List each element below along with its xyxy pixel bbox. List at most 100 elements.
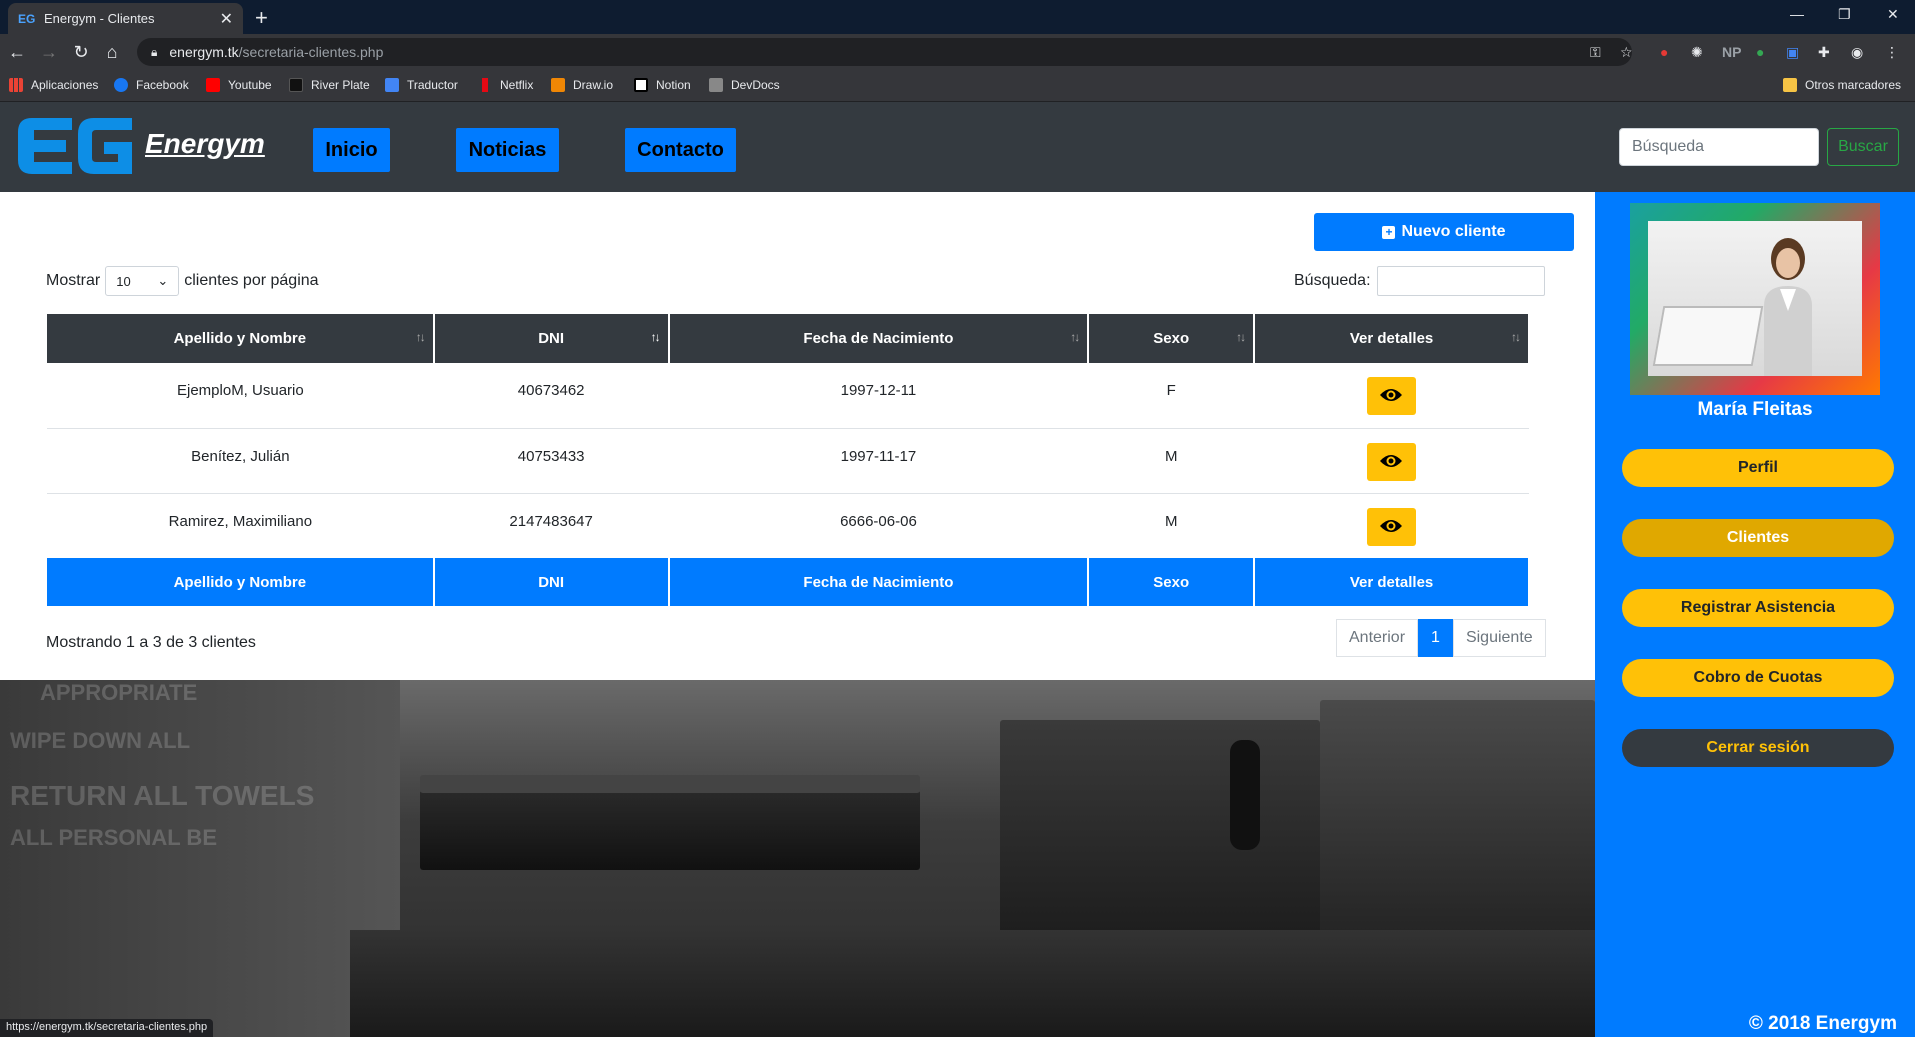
header-search-button[interactable]: Buscar bbox=[1827, 128, 1899, 166]
table-footer-row: Apellido y Nombre DNI Fecha de Nacimient… bbox=[47, 558, 1530, 606]
table-filter: Búsqueda: bbox=[1294, 266, 1545, 296]
nav-noticias[interactable]: Noticias bbox=[456, 128, 559, 172]
bookmark-drawio[interactable]: Draw.io bbox=[551, 78, 613, 92]
view-details-button[interactable] bbox=[1367, 377, 1417, 415]
devdocs-icon bbox=[709, 78, 723, 92]
cell-birth: 1997-12-11 bbox=[668, 363, 1089, 429]
browser-tab[interactable]: EG Energym - Clientes ✕ bbox=[8, 3, 243, 34]
pagination-next[interactable]: Siguiente bbox=[1452, 619, 1546, 657]
view-details-button[interactable] bbox=[1367, 507, 1417, 546]
pagination-prev[interactable]: Anterior bbox=[1336, 619, 1419, 657]
apps-grid-icon bbox=[9, 78, 23, 92]
bookmark-other[interactable]: Otros marcadores bbox=[1783, 78, 1901, 92]
copyright: © 2018 Energym bbox=[1748, 1013, 1897, 1034]
page-length-select[interactable]: 10 ⌄ bbox=[105, 266, 180, 296]
sort-icon: ↑↓ bbox=[1236, 330, 1246, 344]
status-url: https://energym.tk/secretaria-clientes.p… bbox=[0, 1019, 214, 1037]
extension-green-icon[interactable]: ● bbox=[1756, 44, 1764, 60]
bookmark-youtube[interactable]: Youtube bbox=[206, 78, 272, 92]
extension-t-icon[interactable]: ▣ bbox=[1786, 44, 1799, 61]
profile-button[interactable]: Perfil bbox=[1622, 449, 1894, 487]
profile-avatar-icon[interactable]: ◉ bbox=[1851, 44, 1863, 61]
nav-contacto[interactable]: Contacto bbox=[625, 128, 736, 172]
key-icon[interactable]: ⚿ bbox=[1590, 44, 1601, 61]
pagination: Anterior 1 Siguiente bbox=[1336, 619, 1546, 657]
cell-dni: 40673462 bbox=[433, 363, 669, 429]
table-row: Benítez, Julián 40753433 1997-11-17 M bbox=[47, 428, 1529, 494]
logout-button[interactable]: Cerrar sesión bbox=[1622, 729, 1894, 767]
energym-logo-icon[interactable] bbox=[14, 112, 136, 180]
col-name-footer: Apellido y Nombre bbox=[47, 558, 435, 606]
reload-icon[interactable]: ↻ bbox=[70, 42, 92, 63]
bookmark-facebook[interactable]: Facebook bbox=[114, 78, 189, 92]
extension-red-icon[interactable]: ● bbox=[1660, 44, 1668, 60]
bookmark-river-plate[interactable]: River Plate bbox=[289, 78, 370, 92]
col-sex-header[interactable]: Sexo ↑↓ bbox=[1088, 314, 1256, 363]
bookmark-notion[interactable]: Notion bbox=[634, 78, 691, 92]
address-bar[interactable]: 🔒︎ energym.tk/secretaria-clientes.php bbox=[137, 38, 1632, 66]
drawio-icon bbox=[551, 78, 565, 92]
table-search-input[interactable] bbox=[1376, 266, 1545, 296]
cell-sex: M bbox=[1088, 428, 1255, 494]
col-name-header[interactable]: Apellido y Nombre ↑↓ bbox=[47, 314, 435, 363]
notion-icon bbox=[634, 78, 648, 92]
punching-bag bbox=[1230, 740, 1260, 850]
eye-icon bbox=[1380, 389, 1403, 401]
col-details-header[interactable]: Ver detalles ↑↓ bbox=[1254, 314, 1530, 363]
menu-kebab-icon[interactable]: ⋮ bbox=[1885, 44, 1899, 61]
extension-atom-icon[interactable]: ✺ bbox=[1691, 44, 1703, 61]
sort-asc-icon: ↑↓ bbox=[650, 330, 661, 344]
plus-square-icon: + bbox=[1382, 225, 1396, 239]
browser-tabstrip: EG Energym - Clientes ✕ + — ❐ ✕ bbox=[0, 0, 1915, 34]
sort-icon: ↑↓ bbox=[415, 330, 426, 344]
new-client-button[interactable]: + Nuevo cliente bbox=[1314, 213, 1574, 251]
fee-collection-button[interactable]: Cobro de Cuotas bbox=[1622, 659, 1894, 697]
extensions-puzzle-icon[interactable]: ✚ bbox=[1818, 44, 1830, 61]
cell-details bbox=[1254, 493, 1529, 558]
home-icon[interactable]: ⌂ bbox=[101, 42, 123, 63]
cell-dni: 2147483647 bbox=[509, 512, 593, 530]
brand-name[interactable]: Energym bbox=[145, 128, 265, 160]
col-details-footer: Ver detalles bbox=[1254, 558, 1530, 606]
chevron-down-icon: ⌄ bbox=[157, 273, 169, 288]
url-path: /secretaria-clientes.php bbox=[238, 44, 384, 60]
rack-shelf bbox=[420, 775, 920, 793]
nav-inicio[interactable]: Inicio bbox=[313, 128, 390, 172]
minimize-icon[interactable]: — bbox=[1790, 6, 1804, 22]
page-length-control: Mostrar 10 ⌄ clientes por página bbox=[46, 266, 319, 296]
table-info: Mostrando 1 a 3 de 3 clientes bbox=[46, 634, 256, 651]
clients-table: Apellido y Nombre ↑↓ DNI ↑↓ Fecha de Nacim… bbox=[47, 314, 1530, 606]
pagination-page-1[interactable]: 1 bbox=[1418, 619, 1453, 657]
filter-label: Búsqueda: bbox=[1294, 272, 1371, 289]
user-name: María Fleitas bbox=[1697, 399, 1813, 420]
squat-rack bbox=[1320, 700, 1595, 950]
forward-icon[interactable]: → bbox=[38, 42, 60, 63]
url-host: energym.tk bbox=[169, 44, 239, 60]
close-window-icon[interactable]: ✕ bbox=[1887, 6, 1899, 23]
cell-birth: 1997-11-17 bbox=[668, 428, 1089, 494]
bookmark-netflix[interactable]: Netflix bbox=[478, 78, 533, 92]
bookmark-devdocs[interactable]: DevDocs bbox=[709, 78, 780, 92]
clients-button[interactable]: Clientes bbox=[1622, 519, 1894, 557]
bookmark-star-icon[interactable]: ☆ bbox=[1620, 44, 1633, 61]
bookmark-traductor[interactable]: Traductor bbox=[385, 78, 458, 92]
extension-np-icon[interactable]: NP bbox=[1722, 44, 1741, 60]
bookmark-apps[interactable]: Aplicaciones bbox=[9, 78, 98, 92]
user-sidebar: María Fleitas Perfil Clientes Registrar … bbox=[1595, 192, 1915, 1037]
register-attendance-button[interactable]: Registrar Asistencia bbox=[1622, 589, 1894, 627]
view-details-button[interactable] bbox=[1367, 442, 1417, 481]
col-dni-header[interactable]: DNI ↑↓ bbox=[433, 314, 670, 363]
folder-icon bbox=[1783, 78, 1797, 92]
col-birth-header[interactable]: Fecha de Nacimiento ↑↓ bbox=[668, 314, 1090, 363]
new-tab-icon[interactable]: + bbox=[255, 5, 268, 31]
close-tab-icon[interactable]: ✕ bbox=[220, 9, 233, 29]
restore-icon[interactable]: ❐ bbox=[1838, 6, 1851, 23]
col-birth-footer: Fecha de Nacimiento bbox=[668, 558, 1090, 606]
table-row: EjemploM, Usuario 40673462 1997-12-11 F bbox=[47, 363, 1529, 429]
sort-icon: ↑↓ bbox=[1070, 330, 1080, 344]
cell-birth: 6666-06-06 bbox=[840, 512, 917, 530]
back-icon[interactable]: ← bbox=[6, 42, 28, 63]
col-dni-footer: DNI bbox=[433, 558, 670, 606]
header-search-input[interactable]: Búsqueda bbox=[1619, 128, 1819, 166]
dumbbell-rack bbox=[420, 790, 920, 870]
